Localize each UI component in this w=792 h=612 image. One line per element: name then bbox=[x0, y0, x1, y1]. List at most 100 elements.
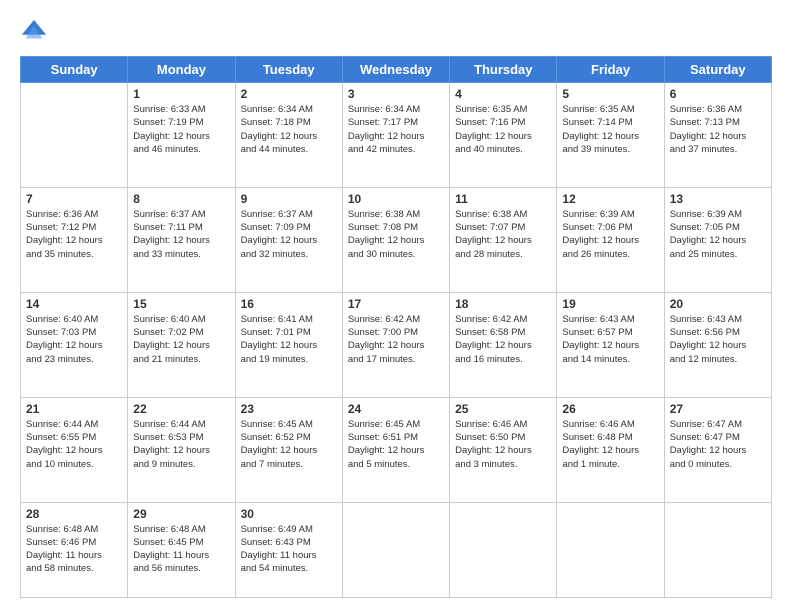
calendar-cell: 26 Sunrise: 6:46 AM Sunset: 6:48 PM Dayli… bbox=[557, 397, 664, 502]
cell-content: Sunrise: 6:34 AM Sunset: 7:17 PM Dayligh… bbox=[348, 103, 444, 156]
weekday-header-cell: Sunday bbox=[21, 57, 128, 83]
calendar-cell: 5 Sunrise: 6:35 AM Sunset: 7:14 PM Daylig… bbox=[557, 83, 664, 188]
logo bbox=[20, 18, 52, 46]
logo-icon bbox=[20, 18, 48, 46]
day-number: 2 bbox=[241, 87, 337, 101]
calendar-cell: 17Sunrise: 6:42 AM Sunset: 7:00 PM Dayli… bbox=[342, 292, 449, 397]
cell-content: Sunrise: 6:36 AM Sunset: 7:12 PM Dayligh… bbox=[26, 208, 122, 261]
day-number: 6 bbox=[670, 87, 766, 101]
cell-content: Sunrise: 6:39 AM Sunset: 7:05 PM Dayligh… bbox=[670, 208, 766, 261]
cell-content: Sunrise: 6:42 AM Sunset: 6:58 PM Dayligh… bbox=[455, 313, 551, 366]
calendar-cell: 29Sunrise: 6:48 AM Sunset: 6:45 PM Dayli… bbox=[128, 502, 235, 597]
cell-content: Sunrise: 6:46 AM Sunset: 6:48 PM Dayligh… bbox=[562, 418, 658, 471]
calendar-week-row: 28 Sunrise: 6:48 AM Sunset: 6:46 PM Dayli… bbox=[21, 502, 772, 597]
calendar-cell: 20 Sunrise: 6:43 AM Sunset: 6:56 PM Dayli… bbox=[664, 292, 771, 397]
day-number: 26 bbox=[562, 402, 658, 416]
day-number: 24 bbox=[348, 402, 444, 416]
calendar-cell: 14 Sunrise: 6:40 AM Sunset: 7:03 PM Dayli… bbox=[21, 292, 128, 397]
cell-content: Sunrise: 6:42 AM Sunset: 7:00 PM Dayligh… bbox=[348, 313, 444, 366]
calendar-cell: 22 Sunrise: 6:44 AM Sunset: 6:53 PM Dayli… bbox=[128, 397, 235, 502]
day-number: 20 bbox=[670, 297, 766, 311]
day-number: 27 bbox=[670, 402, 766, 416]
calendar-cell bbox=[557, 502, 664, 597]
page: SundayMondayTuesdayWednesdayThursdayFrid… bbox=[0, 0, 792, 612]
day-number: 12 bbox=[562, 192, 658, 206]
day-number: 25 bbox=[455, 402, 551, 416]
day-number: 28 bbox=[26, 507, 122, 521]
cell-content: Sunrise: 6:44 AM Sunset: 6:55 PM Dayligh… bbox=[26, 418, 122, 471]
day-number: 16 bbox=[241, 297, 337, 311]
calendar-body: 1 Sunrise: 6:33 AM Sunset: 7:19 PM Daylig… bbox=[21, 83, 772, 598]
day-number: 14 bbox=[26, 297, 122, 311]
day-number: 15 bbox=[133, 297, 229, 311]
calendar-table: SundayMondayTuesdayWednesdayThursdayFrid… bbox=[20, 56, 772, 598]
day-number: 22 bbox=[133, 402, 229, 416]
calendar-cell: 19Sunrise: 6:43 AM Sunset: 6:57 PM Dayli… bbox=[557, 292, 664, 397]
day-number: 23 bbox=[241, 402, 337, 416]
weekday-header-cell: Wednesday bbox=[342, 57, 449, 83]
day-number: 7 bbox=[26, 192, 122, 206]
calendar-week-row: 14 Sunrise: 6:40 AM Sunset: 7:03 PM Dayli… bbox=[21, 292, 772, 397]
calendar-cell: 30 Sunrise: 6:49 AM Sunset: 6:43 PM Dayli… bbox=[235, 502, 342, 597]
day-number: 21 bbox=[26, 402, 122, 416]
calendar-cell: 4 Sunrise: 6:35 AM Sunset: 7:16 PM Daylig… bbox=[450, 83, 557, 188]
day-number: 8 bbox=[133, 192, 229, 206]
calendar-cell bbox=[342, 502, 449, 597]
calendar-week-row: 1 Sunrise: 6:33 AM Sunset: 7:19 PM Daylig… bbox=[21, 83, 772, 188]
cell-content: Sunrise: 6:47 AM Sunset: 6:47 PM Dayligh… bbox=[670, 418, 766, 471]
day-number: 19 bbox=[562, 297, 658, 311]
cell-content: Sunrise: 6:49 AM Sunset: 6:43 PM Dayligh… bbox=[241, 523, 337, 576]
calendar-cell: 3 Sunrise: 6:34 AM Sunset: 7:17 PM Daylig… bbox=[342, 83, 449, 188]
weekday-header-cell: Friday bbox=[557, 57, 664, 83]
calendar-cell: 7 Sunrise: 6:36 AM Sunset: 7:12 PM Daylig… bbox=[21, 187, 128, 292]
calendar-cell: 15 Sunrise: 6:40 AM Sunset: 7:02 PM Dayli… bbox=[128, 292, 235, 397]
calendar-week-row: 21 Sunrise: 6:44 AM Sunset: 6:55 PM Dayli… bbox=[21, 397, 772, 502]
cell-content: Sunrise: 6:48 AM Sunset: 6:46 PM Dayligh… bbox=[26, 523, 122, 576]
cell-content: Sunrise: 6:45 AM Sunset: 6:51 PM Dayligh… bbox=[348, 418, 444, 471]
day-number: 5 bbox=[562, 87, 658, 101]
calendar-cell: 25 Sunrise: 6:46 AM Sunset: 6:50 PM Dayli… bbox=[450, 397, 557, 502]
cell-content: Sunrise: 6:38 AM Sunset: 7:08 PM Dayligh… bbox=[348, 208, 444, 261]
day-number: 1 bbox=[133, 87, 229, 101]
day-number: 3 bbox=[348, 87, 444, 101]
calendar-cell: 18Sunrise: 6:42 AM Sunset: 6:58 PM Dayli… bbox=[450, 292, 557, 397]
cell-content: Sunrise: 6:40 AM Sunset: 7:02 PM Dayligh… bbox=[133, 313, 229, 366]
cell-content: Sunrise: 6:37 AM Sunset: 7:09 PM Dayligh… bbox=[241, 208, 337, 261]
weekday-header-cell: Tuesday bbox=[235, 57, 342, 83]
cell-content: Sunrise: 6:40 AM Sunset: 7:03 PM Dayligh… bbox=[26, 313, 122, 366]
day-number: 11 bbox=[455, 192, 551, 206]
cell-content: Sunrise: 6:43 AM Sunset: 6:56 PM Dayligh… bbox=[670, 313, 766, 366]
calendar-cell: 11 Sunrise: 6:38 AM Sunset: 7:07 PM Dayli… bbox=[450, 187, 557, 292]
cell-content: Sunrise: 6:34 AM Sunset: 7:18 PM Dayligh… bbox=[241, 103, 337, 156]
calendar-cell: 23Sunrise: 6:45 AM Sunset: 6:52 PM Dayli… bbox=[235, 397, 342, 502]
calendar-cell: 1 Sunrise: 6:33 AM Sunset: 7:19 PM Daylig… bbox=[128, 83, 235, 188]
cell-content: Sunrise: 6:38 AM Sunset: 7:07 PM Dayligh… bbox=[455, 208, 551, 261]
calendar-cell: 27 Sunrise: 6:47 AM Sunset: 6:47 PM Dayli… bbox=[664, 397, 771, 502]
cell-content: Sunrise: 6:46 AM Sunset: 6:50 PM Dayligh… bbox=[455, 418, 551, 471]
cell-content: Sunrise: 6:41 AM Sunset: 7:01 PM Dayligh… bbox=[241, 313, 337, 366]
day-number: 4 bbox=[455, 87, 551, 101]
cell-content: Sunrise: 6:44 AM Sunset: 6:53 PM Dayligh… bbox=[133, 418, 229, 471]
weekday-header-cell: Thursday bbox=[450, 57, 557, 83]
calendar-cell bbox=[450, 502, 557, 597]
cell-content: Sunrise: 6:36 AM Sunset: 7:13 PM Dayligh… bbox=[670, 103, 766, 156]
day-number: 29 bbox=[133, 507, 229, 521]
calendar-cell: 16 Sunrise: 6:41 AM Sunset: 7:01 PM Dayli… bbox=[235, 292, 342, 397]
cell-content: Sunrise: 6:35 AM Sunset: 7:16 PM Dayligh… bbox=[455, 103, 551, 156]
calendar-cell: 24 Sunrise: 6:45 AM Sunset: 6:51 PM Dayli… bbox=[342, 397, 449, 502]
day-number: 13 bbox=[670, 192, 766, 206]
cell-content: Sunrise: 6:37 AM Sunset: 7:11 PM Dayligh… bbox=[133, 208, 229, 261]
cell-content: Sunrise: 6:39 AM Sunset: 7:06 PM Dayligh… bbox=[562, 208, 658, 261]
cell-content: Sunrise: 6:33 AM Sunset: 7:19 PM Dayligh… bbox=[133, 103, 229, 156]
calendar-cell: 8 Sunrise: 6:37 AM Sunset: 7:11 PM Daylig… bbox=[128, 187, 235, 292]
calendar-cell: 9 Sunrise: 6:37 AM Sunset: 7:09 PM Daylig… bbox=[235, 187, 342, 292]
calendar-cell: 6 Sunrise: 6:36 AM Sunset: 7:13 PM Daylig… bbox=[664, 83, 771, 188]
calendar-cell: 10Sunrise: 6:38 AM Sunset: 7:08 PM Dayli… bbox=[342, 187, 449, 292]
header bbox=[20, 18, 772, 46]
weekday-header-cell: Monday bbox=[128, 57, 235, 83]
cell-content: Sunrise: 6:35 AM Sunset: 7:14 PM Dayligh… bbox=[562, 103, 658, 156]
calendar-cell: 21 Sunrise: 6:44 AM Sunset: 6:55 PM Dayli… bbox=[21, 397, 128, 502]
day-number: 9 bbox=[241, 192, 337, 206]
day-number: 30 bbox=[241, 507, 337, 521]
calendar-cell: 12 Sunrise: 6:39 AM Sunset: 7:06 PM Dayli… bbox=[557, 187, 664, 292]
